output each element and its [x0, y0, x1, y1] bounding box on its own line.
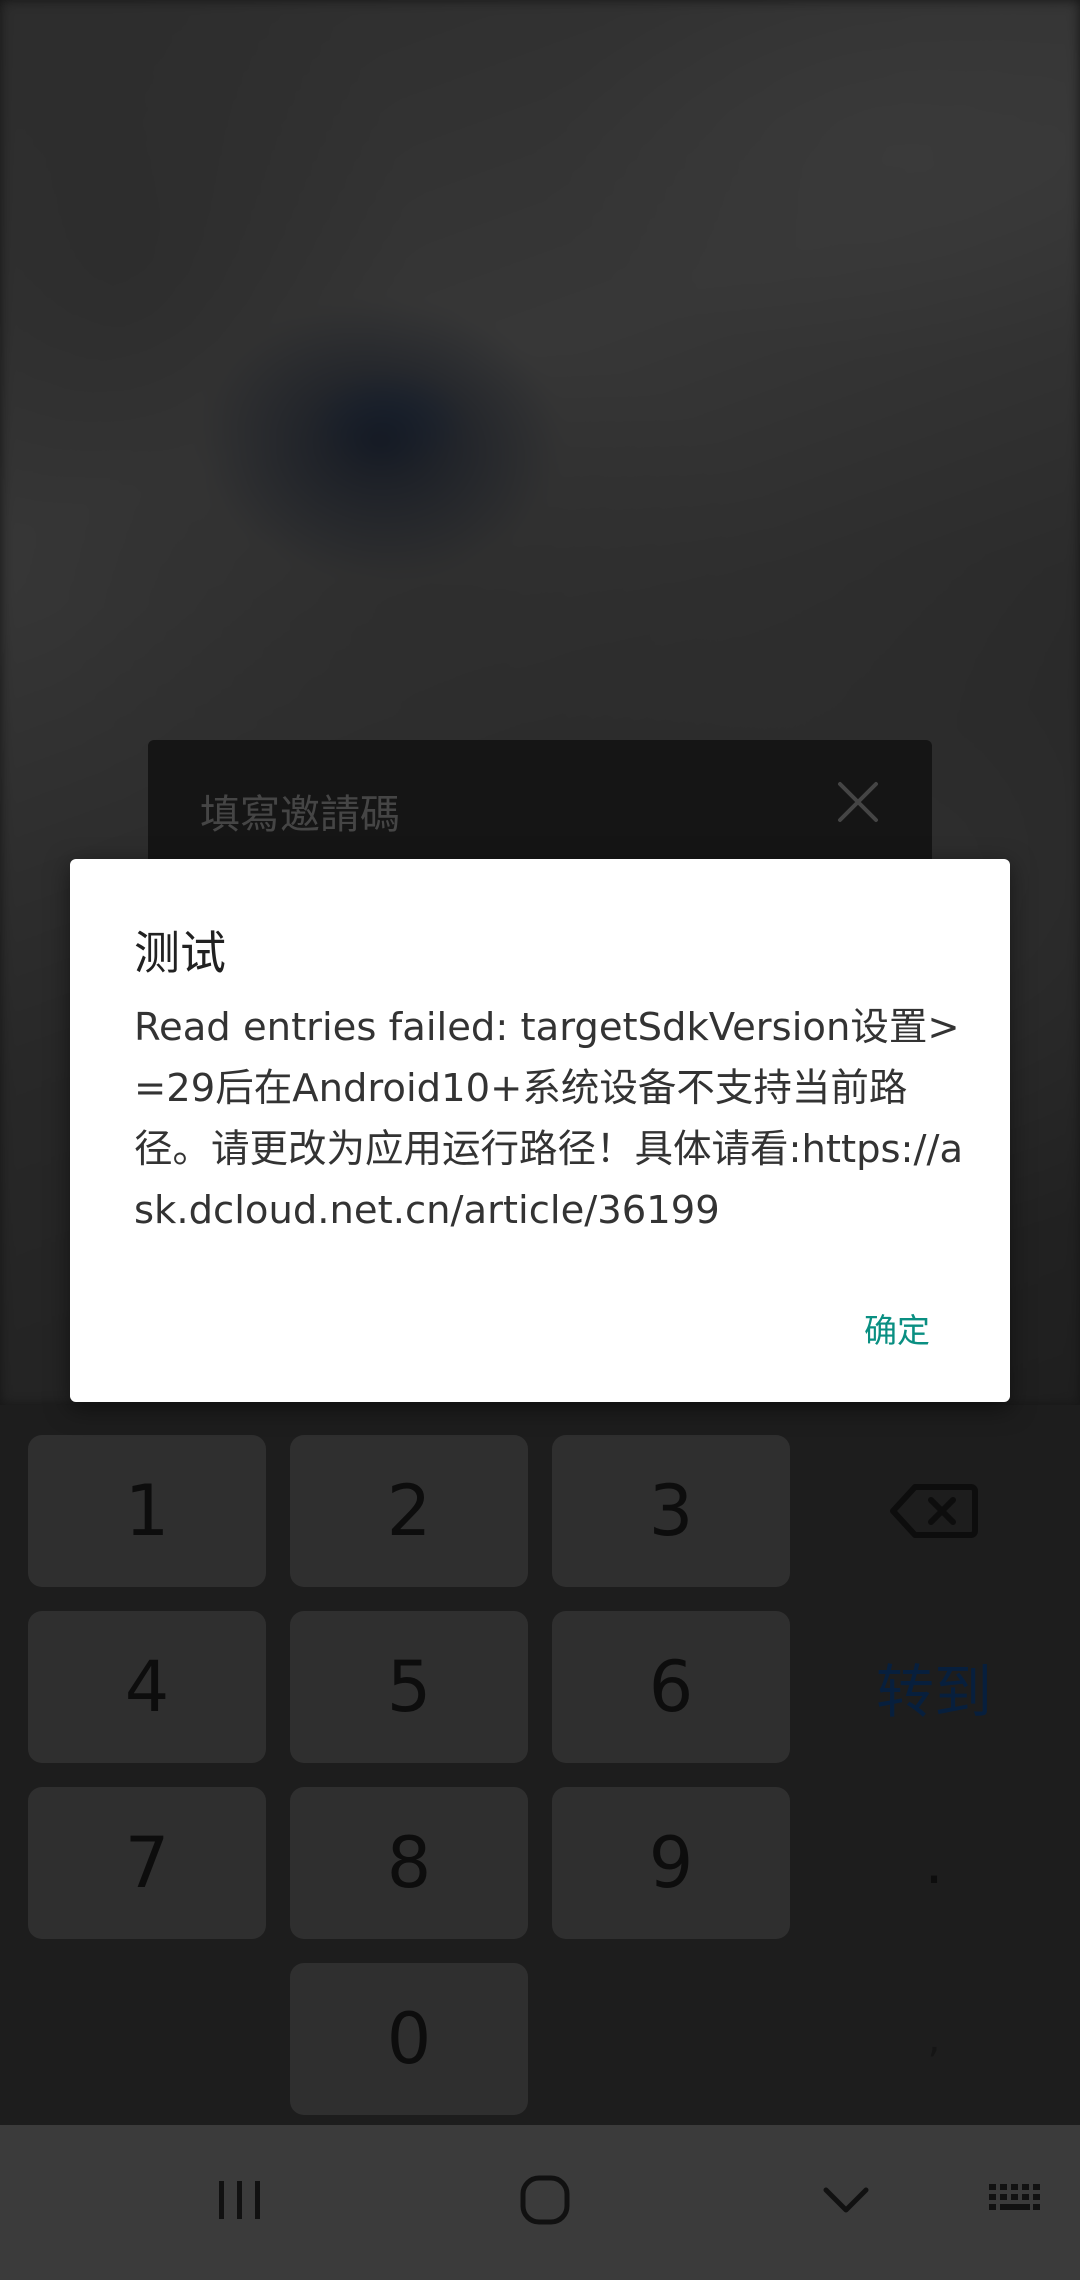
- dialog-message: Read entries failed: targetSdkVersion设置>…: [134, 1005, 964, 1233]
- hide-keyboard-icon[interactable]: [806, 2165, 886, 2235]
- keyboard-switch-icon[interactable]: [980, 2165, 1050, 2235]
- alert-dialog: 测试 Read entries failed: targetSdkVersion…: [70, 859, 1010, 1402]
- home-icon[interactable]: [500, 2165, 590, 2235]
- navigation-bar: [0, 2125, 1080, 2280]
- ok-button[interactable]: 确定: [864, 1294, 930, 1362]
- recent-apps-icon[interactable]: [200, 2165, 280, 2235]
- dialog-title: 测试: [134, 926, 226, 980]
